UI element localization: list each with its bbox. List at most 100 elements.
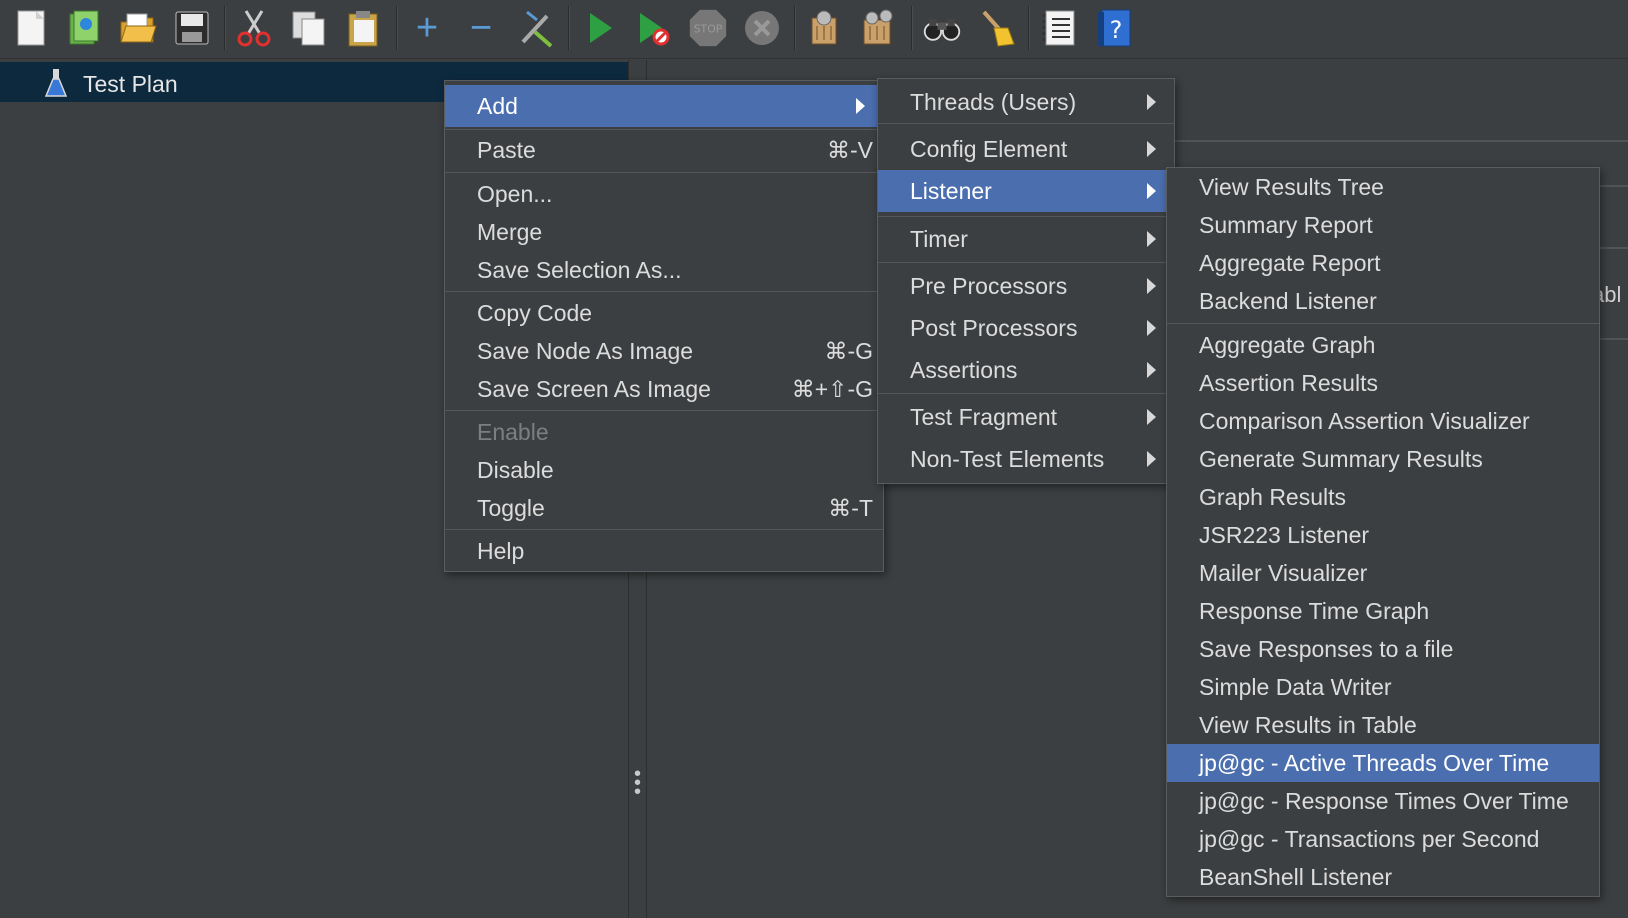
- menu-item-graph-results[interactable]: Graph Results: [1167, 478, 1599, 516]
- menu-item-paste[interactable]: Paste ⌘-V: [445, 131, 883, 169]
- menu-item-timer[interactable]: Timer: [878, 219, 1174, 259]
- submenu-arrow-icon: [1147, 94, 1156, 110]
- menu-item-summary-report[interactable]: Summary Report: [1167, 206, 1599, 244]
- menu-item-shortcut: ⌘+⇧-G: [791, 375, 873, 402]
- menu-item-label: Merge: [477, 218, 543, 245]
- menu-item-simple-data-writer[interactable]: Simple Data Writer: [1167, 668, 1599, 706]
- shutdown-icon[interactable]: [742, 6, 782, 50]
- menu-item-aggregate-report[interactable]: Aggregate Report: [1167, 244, 1599, 282]
- menu-item-label: jp@gc - Transactions per Second: [1199, 825, 1540, 852]
- menu-item-active-threads-over-time[interactable]: jp@gc - Active Threads Over Time: [1167, 744, 1599, 782]
- menu-item-label: Non-Test Elements: [910, 445, 1105, 472]
- paste-icon[interactable]: [343, 6, 383, 50]
- menu-item-copy-code[interactable]: Copy Code: [445, 294, 883, 332]
- menu-item-post-processors[interactable]: Post Processors: [878, 308, 1174, 348]
- menu-item-label: Save Screen As Image: [477, 375, 711, 402]
- menu-item-label: Open...: [477, 180, 553, 207]
- clear-icon[interactable]: [804, 6, 844, 50]
- submenu-arrow-icon: [1147, 231, 1156, 247]
- listener-submenu: View Results Tree Summary Report Aggrega…: [1166, 167, 1600, 897]
- menu-item-label: Timer: [910, 225, 968, 252]
- menu-item-save-node-as-image[interactable]: Save Node As Image ⌘-G: [445, 332, 883, 370]
- menu-item-merge[interactable]: Merge: [445, 213, 883, 251]
- panel-divider: [1165, 140, 1628, 142]
- menu-item-label: JSR223 Listener: [1199, 521, 1370, 548]
- menu-item-assertion-results[interactable]: Assertion Results: [1167, 364, 1599, 402]
- context-menu: Add Paste ⌘-V Open... Merge Save Selecti…: [444, 80, 884, 572]
- menu-item-comparison-assertion-visualizer[interactable]: Comparison Assertion Visualizer: [1167, 402, 1599, 440]
- save-icon[interactable]: [172, 6, 212, 50]
- menu-item-label: Add: [477, 92, 518, 119]
- menu-item-label: Threads (Users): [910, 88, 1077, 115]
- menu-item-shortcut: ⌘-V: [827, 136, 873, 163]
- help-icon[interactable]: ?: [1094, 6, 1134, 50]
- menu-item-label: BeanShell Listener: [1199, 863, 1393, 890]
- start-icon[interactable]: [580, 6, 620, 50]
- menu-item-listener[interactable]: Listener: [878, 170, 1174, 212]
- menu-item-jsr223-listener[interactable]: JSR223 Listener: [1167, 516, 1599, 554]
- submenu-arrow-icon: [1147, 362, 1156, 378]
- submenu-arrow-icon: [1147, 183, 1156, 199]
- submenu-arrow-icon: [1147, 451, 1156, 467]
- menu-item-backend-listener[interactable]: Backend Listener: [1167, 282, 1599, 320]
- menu-item-label: Help: [477, 537, 525, 564]
- menu-item-label: Response Time Graph: [1199, 597, 1430, 624]
- toggle-icon[interactable]: [515, 6, 555, 50]
- add-submenu: Threads (Users) Config Element Listener …: [877, 78, 1175, 484]
- menu-item-aggregate-graph[interactable]: Aggregate Graph: [1167, 326, 1599, 364]
- menu-item-pre-processors[interactable]: Pre Processors: [878, 266, 1174, 306]
- menu-item-threads-users[interactable]: Threads (Users): [878, 82, 1174, 122]
- menu-item-disable[interactable]: Disable: [445, 451, 883, 489]
- toolbar: + − STOP ?: [0, 0, 1628, 59]
- function-helper-icon[interactable]: [1040, 6, 1080, 50]
- menu-item-generate-summary-results[interactable]: Generate Summary Results: [1167, 440, 1599, 478]
- menu-item-toggle[interactable]: Toggle ⌘-T: [445, 489, 883, 527]
- menu-item-add[interactable]: Add: [445, 85, 883, 127]
- menu-item-view-results-tree[interactable]: View Results Tree: [1167, 168, 1599, 206]
- menu-item-label: Toggle: [477, 494, 545, 521]
- collapse-icon[interactable]: −: [461, 6, 501, 50]
- new-icon[interactable]: [12, 6, 52, 50]
- menu-item-label: Disable: [477, 456, 554, 483]
- menu-item-view-results-in-table[interactable]: View Results in Table: [1167, 706, 1599, 744]
- clear-all-icon[interactable]: [858, 6, 898, 50]
- menu-item-response-times-over-time[interactable]: jp@gc - Response Times Over Time: [1167, 782, 1599, 820]
- expand-icon[interactable]: +: [407, 6, 447, 50]
- menu-item-mailer-visualizer[interactable]: Mailer Visualizer: [1167, 554, 1599, 592]
- menu-item-label: Save Node As Image: [477, 337, 694, 364]
- tree-node-label: Test Plan: [83, 71, 178, 97]
- menu-item-save-responses-to-a-file[interactable]: Save Responses to a file: [1167, 630, 1599, 668]
- menu-item-label: Pre Processors: [910, 272, 1068, 299]
- submenu-arrow-icon: [1147, 141, 1156, 157]
- menu-item-label: Aggregate Graph: [1199, 331, 1376, 358]
- menu-item-transactions-per-second[interactable]: jp@gc - Transactions per Second: [1167, 820, 1599, 858]
- menu-item-save-screen-as-image[interactable]: Save Screen As Image ⌘+⇧-G: [445, 370, 883, 408]
- stop-icon[interactable]: STOP: [688, 6, 728, 50]
- menu-item-help[interactable]: Help: [445, 532, 883, 570]
- menu-item-label: Save Responses to a file: [1199, 635, 1454, 662]
- menu-item-config-element[interactable]: Config Element: [878, 129, 1174, 169]
- menu-item-label: View Results Tree: [1199, 173, 1384, 200]
- start-no-pauses-icon[interactable]: [634, 6, 674, 50]
- copy-icon[interactable]: [289, 6, 329, 50]
- menu-item-beanshell-listener[interactable]: BeanShell Listener: [1167, 858, 1599, 896]
- reset-search-icon[interactable]: [976, 6, 1016, 50]
- menu-item-response-time-graph[interactable]: Response Time Graph: [1167, 592, 1599, 630]
- templates-icon[interactable]: [64, 6, 104, 50]
- menu-item-label: Enable: [477, 418, 549, 445]
- menu-item-save-selection-as[interactable]: Save Selection As...: [445, 251, 883, 289]
- split-pane-handle[interactable]: • • •: [634, 764, 641, 802]
- menu-item-open[interactable]: Open...: [445, 175, 883, 213]
- open-icon[interactable]: [118, 6, 158, 50]
- svg-text:?: ?: [1110, 16, 1123, 44]
- flask-icon: [44, 68, 68, 98]
- cut-icon[interactable]: [234, 6, 274, 50]
- menu-item-test-fragment[interactable]: Test Fragment: [878, 397, 1174, 437]
- search-icon[interactable]: [922, 6, 962, 50]
- menu-item-non-test-elements[interactable]: Non-Test Elements: [878, 439, 1174, 479]
- submenu-arrow-icon: [856, 98, 865, 114]
- menu-item-assertions[interactable]: Assertions: [878, 350, 1174, 390]
- menu-item-label: Mailer Visualizer: [1199, 559, 1368, 586]
- submenu-arrow-icon: [1147, 409, 1156, 425]
- menu-item-label: Comparison Assertion Visualizer: [1199, 407, 1530, 434]
